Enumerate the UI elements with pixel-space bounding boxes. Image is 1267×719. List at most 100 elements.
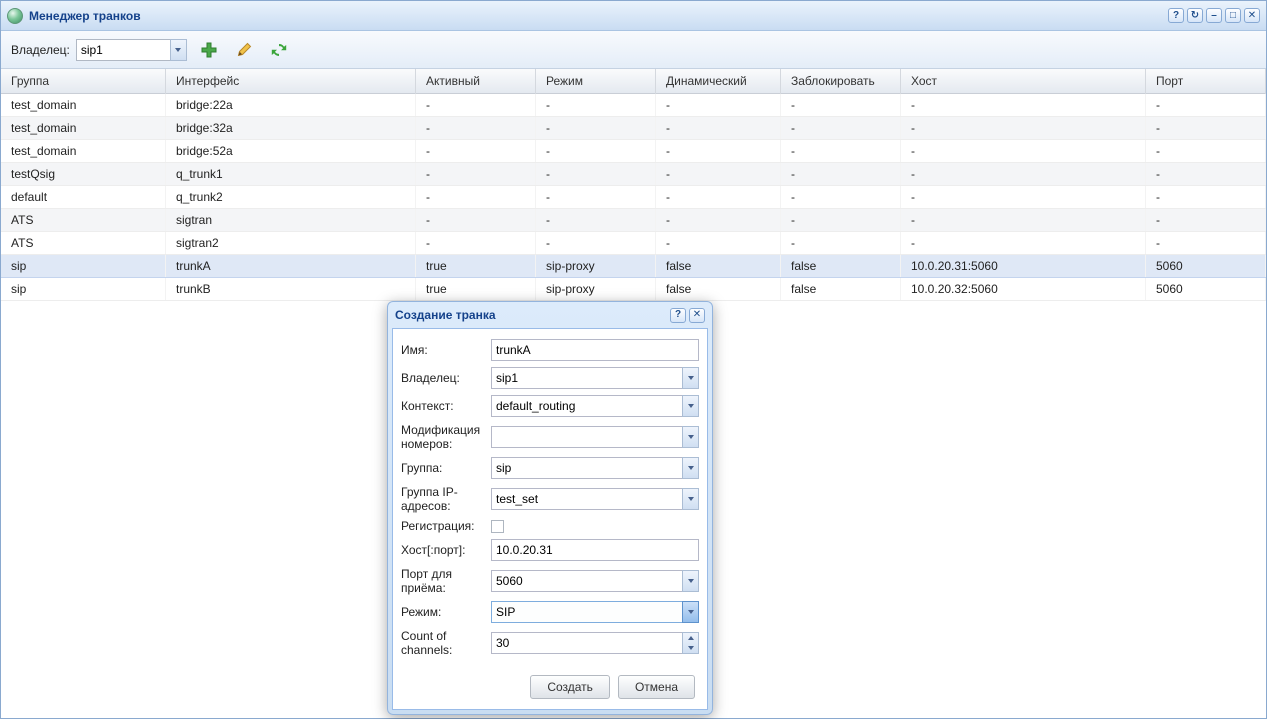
- table-cell: -: [901, 232, 1146, 254]
- form-row: Модификация номеров:: [401, 423, 699, 451]
- number-modification-input-wrap: [491, 426, 699, 448]
- table-cell: -: [536, 186, 656, 208]
- dialog-close-button[interactable]: ✕: [689, 308, 705, 323]
- mode-input[interactable]: [491, 601, 683, 623]
- column-header[interactable]: Заблокировать: [781, 69, 901, 94]
- dialog-footer: Создать Отмена: [401, 663, 699, 701]
- number-modification-dropdown-trigger[interactable]: [682, 426, 699, 448]
- column-header[interactable]: Порт: [1146, 69, 1266, 94]
- group-input[interactable]: [491, 457, 683, 479]
- table-row[interactable]: ATSsigtran------: [1, 209, 1266, 232]
- name-input-wrap: [491, 339, 699, 361]
- mode-input-wrap: [491, 601, 699, 623]
- table-cell: -: [656, 163, 781, 185]
- ip-group-field: [491, 488, 699, 510]
- minimize-button[interactable]: –: [1206, 8, 1222, 23]
- listen-port-label: Порт для приёма:: [401, 567, 491, 595]
- dialog-help-button[interactable]: ?: [670, 308, 686, 323]
- table-cell: -: [536, 140, 656, 162]
- table-cell: test_domain: [1, 94, 166, 116]
- maximize-button[interactable]: □: [1225, 8, 1241, 23]
- host-port-field: [491, 539, 699, 561]
- chevron-down-icon: [688, 376, 694, 380]
- table-cell: -: [901, 209, 1146, 231]
- table-row[interactable]: defaultq_trunk2------: [1, 186, 1266, 209]
- table-cell: -: [416, 186, 536, 208]
- dialog-form: Имя:Владелец:Контекст:Модификация номеро…: [401, 339, 699, 657]
- add-trunk-button[interactable]: [196, 37, 222, 63]
- channels-count-label: Count of channels:: [401, 629, 491, 657]
- chevron-down-icon: [688, 466, 694, 470]
- table-cell: true: [416, 255, 536, 277]
- name-label: Имя:: [401, 343, 491, 357]
- channels-count-input[interactable]: [491, 632, 683, 654]
- table-cell: q_trunk1: [166, 163, 416, 185]
- column-header[interactable]: Динамический: [656, 69, 781, 94]
- table-row[interactable]: test_domainbridge:32a------: [1, 117, 1266, 140]
- ip-group-input[interactable]: [491, 488, 683, 510]
- table-cell: testQsig: [1, 163, 166, 185]
- grid-header: ГруппаИнтерфейсАктивныйРежимДинамический…: [1, 69, 1266, 94]
- column-header[interactable]: Группа: [1, 69, 166, 94]
- name-input[interactable]: [491, 339, 699, 361]
- group-dropdown-trigger[interactable]: [682, 457, 699, 479]
- table-cell: -: [781, 186, 901, 208]
- table-cell: 10.0.20.32:5060: [901, 278, 1146, 300]
- table-cell: bridge:32a: [166, 117, 416, 139]
- host-port-input[interactable]: [491, 539, 699, 561]
- owner-combo[interactable]: [76, 39, 187, 61]
- table-row[interactable]: test_domainbridge:52a------: [1, 140, 1266, 163]
- owner-combo-input[interactable]: [76, 39, 171, 61]
- group-input-wrap: [491, 457, 699, 479]
- form-row: Группа:: [401, 457, 699, 479]
- owner-combo-dropdown-trigger[interactable]: [170, 39, 187, 61]
- form-row: Порт для приёма:: [401, 567, 699, 595]
- create-button[interactable]: Создать: [530, 675, 610, 699]
- refresh-list-button[interactable]: [266, 37, 292, 63]
- table-row[interactable]: siptrunkBtruesip-proxyfalsefalse10.0.20.…: [1, 278, 1266, 301]
- listen-port-input-wrap: [491, 570, 699, 592]
- table-row[interactable]: siptrunkAtruesip-proxyfalsefalse10.0.20.…: [1, 255, 1266, 278]
- table-cell: -: [656, 186, 781, 208]
- number-modification-input[interactable]: [491, 426, 683, 448]
- registration-checkbox[interactable]: [491, 520, 504, 533]
- form-row: Регистрация:: [401, 519, 699, 533]
- table-cell: sigtran2: [166, 232, 416, 254]
- table-row[interactable]: ATSsigtran2------: [1, 232, 1266, 255]
- context-dropdown-trigger[interactable]: [682, 395, 699, 417]
- table-cell: default: [1, 186, 166, 208]
- table-cell: trunkA: [166, 255, 416, 277]
- cancel-button[interactable]: Отмена: [618, 675, 695, 699]
- column-header[interactable]: Режим: [536, 69, 656, 94]
- edit-trunk-button[interactable]: [231, 37, 257, 63]
- table-cell: -: [781, 232, 901, 254]
- table-row[interactable]: testQsigq_trunk1------: [1, 163, 1266, 186]
- column-header[interactable]: Хост: [901, 69, 1146, 94]
- pencil-icon: [235, 41, 253, 59]
- close-button[interactable]: ✕: [1244, 8, 1260, 23]
- column-header[interactable]: Активный: [416, 69, 536, 94]
- owner-input[interactable]: [491, 367, 683, 389]
- owner-dropdown-trigger[interactable]: [682, 367, 699, 389]
- owner-field: [491, 367, 699, 389]
- table-cell: -: [1146, 209, 1266, 231]
- channels-count-spinner[interactable]: [682, 632, 699, 654]
- form-row: Имя:: [401, 339, 699, 361]
- ip-group-dropdown-trigger[interactable]: [682, 488, 699, 510]
- table-cell: false: [781, 255, 901, 277]
- listen-port-dropdown-trigger[interactable]: [682, 570, 699, 592]
- table-cell: bridge:52a: [166, 140, 416, 162]
- mode-dropdown-trigger[interactable]: [682, 601, 699, 623]
- listen-port-input[interactable]: [491, 570, 683, 592]
- table-cell: -: [781, 209, 901, 231]
- help-button[interactable]: ?: [1168, 8, 1184, 23]
- context-input[interactable]: [491, 395, 683, 417]
- table-row[interactable]: test_domainbridge:22a------: [1, 94, 1266, 117]
- number-modification-field: [491, 426, 699, 448]
- context-input-wrap: [491, 395, 699, 417]
- table-cell: bridge:22a: [166, 94, 416, 116]
- column-header[interactable]: Интерфейс: [166, 69, 416, 94]
- dialog-titlebar[interactable]: Создание транка ? ✕: [392, 302, 708, 328]
- window-titlebar[interactable]: Менеджер транков ? ↻ – □ ✕: [1, 1, 1266, 31]
- refresh-window-button[interactable]: ↻: [1187, 8, 1203, 23]
